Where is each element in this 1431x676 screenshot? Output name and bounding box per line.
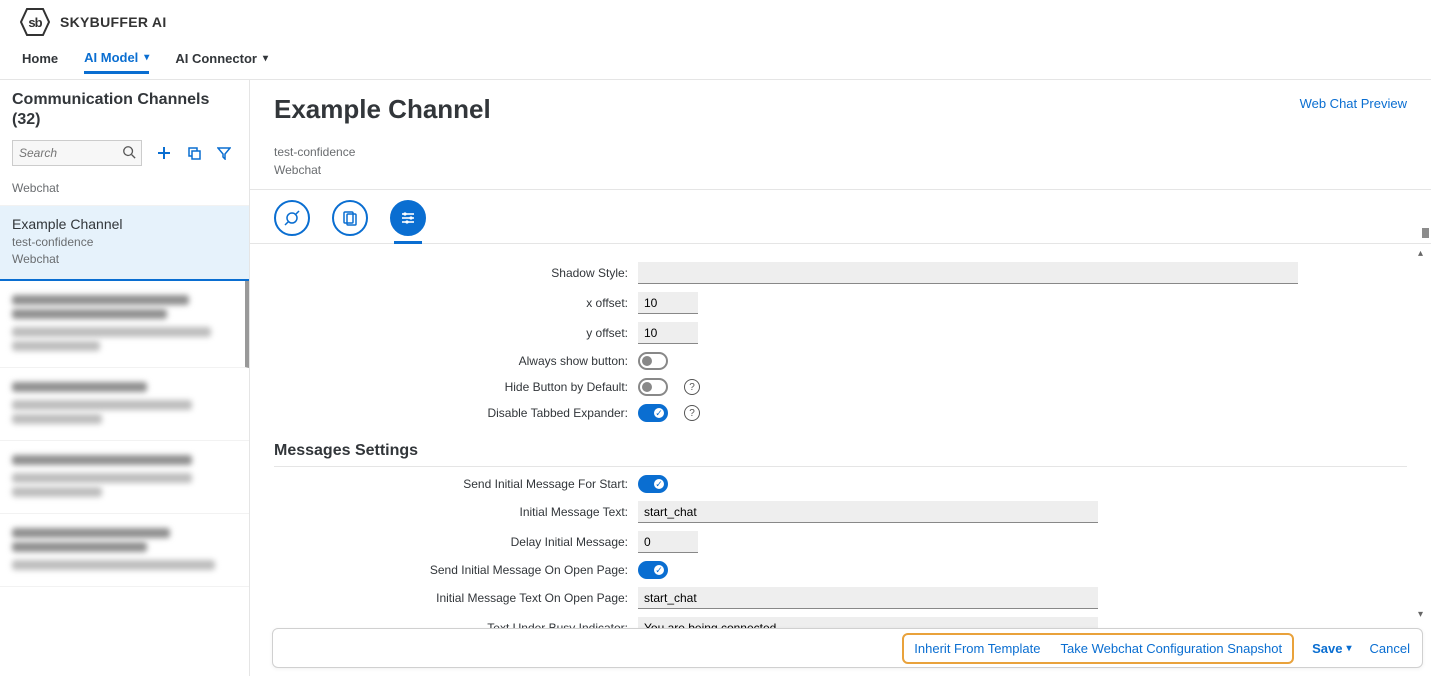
x-offset-input[interactable] xyxy=(638,292,698,314)
sidebar-title: Communication Channels (32) xyxy=(0,80,249,136)
messages-settings-header: Messages Settings xyxy=(274,442,1407,467)
save-button[interactable]: Save ▾ xyxy=(1312,641,1351,656)
send-initial-open-label: Send Initial Message On Open Page: xyxy=(274,563,638,577)
list-item[interactable] xyxy=(0,441,249,514)
web-chat-preview-link[interactable]: Web Chat Preview xyxy=(1300,96,1407,111)
footer-bar: Inherit From Template Take Webchat Confi… xyxy=(272,628,1423,668)
nav-home[interactable]: Home xyxy=(22,51,58,72)
x-offset-label: x offset: xyxy=(274,296,638,310)
send-initial-start-toggle[interactable] xyxy=(638,475,668,493)
page-meta: test-confidence Webchat xyxy=(250,129,1431,190)
list-item[interactable]: Webchat xyxy=(0,174,249,206)
tab-settings-icon[interactable] xyxy=(390,200,426,236)
tab-connection-icon[interactable] xyxy=(274,200,310,236)
hide-button-label: Hide Button by Default: xyxy=(274,380,638,394)
highlighted-actions: Inherit From Template Take Webchat Confi… xyxy=(902,633,1294,664)
chevron-down-icon: ▾ xyxy=(144,52,149,63)
list-item[interactable] xyxy=(0,514,249,587)
delay-initial-input[interactable] xyxy=(638,531,698,553)
y-offset-input[interactable] xyxy=(638,322,698,344)
meta-line: test-confidence xyxy=(274,143,1431,161)
list-item-selected[interactable]: Example Channel test-confidence Webchat xyxy=(0,206,249,282)
search-wrap xyxy=(12,140,142,166)
help-icon[interactable]: ? xyxy=(684,405,700,421)
save-label: Save xyxy=(1312,641,1342,656)
search-icon[interactable] xyxy=(122,145,136,162)
list-item-sub: test-confidence xyxy=(12,234,237,251)
nav-ai-connector-label: AI Connector xyxy=(175,51,257,66)
initial-open-text-label: Initial Message Text On Open Page: xyxy=(274,591,638,605)
list-item-sub: Webchat xyxy=(12,251,237,268)
scrollbar-thumb[interactable] xyxy=(1422,228,1429,238)
nav-ai-connector[interactable]: AI Connector ▾ xyxy=(175,51,268,72)
channel-list: Webchat Example Channel test-confidence … xyxy=(0,174,249,676)
disable-tabbed-label: Disable Tabbed Expander: xyxy=(274,406,638,420)
send-initial-start-label: Send Initial Message For Start: xyxy=(274,477,638,491)
copy-icon[interactable] xyxy=(186,145,202,161)
sidebar: Communication Channels (32) Webchat Exam… xyxy=(0,80,250,676)
list-item[interactable] xyxy=(0,281,249,368)
shadow-style-label: Shadow Style: xyxy=(274,266,638,280)
scroll-down-icon[interactable]: ▾ xyxy=(1418,609,1423,620)
scroll-up-icon[interactable]: ▴ xyxy=(1418,248,1423,259)
list-item-title: Example Channel xyxy=(12,216,237,232)
initial-message-text-input[interactable] xyxy=(638,501,1098,523)
list-item[interactable] xyxy=(0,368,249,441)
take-snapshot-button[interactable]: Take Webchat Configuration Snapshot xyxy=(1061,641,1283,656)
brand-logo: sb xyxy=(20,7,50,37)
filter-icon[interactable] xyxy=(216,145,232,161)
nav-ai-model[interactable]: AI Model ▾ xyxy=(84,50,149,74)
chevron-down-icon: ▾ xyxy=(263,53,268,64)
help-icon[interactable]: ? xyxy=(684,379,700,395)
disable-tabbed-toggle[interactable] xyxy=(638,404,668,422)
view-tabs xyxy=(250,190,1431,244)
app-header: sb SKYBUFFER AI xyxy=(0,0,1431,44)
inherit-from-template-button[interactable]: Inherit From Template xyxy=(914,641,1040,656)
top-nav: Home AI Model ▾ AI Connector ▾ xyxy=(0,44,1431,80)
meta-line: Webchat xyxy=(274,161,1431,179)
page-title: Example Channel xyxy=(274,94,491,125)
send-initial-open-toggle[interactable] xyxy=(638,561,668,579)
initial-message-text-label: Initial Message Text: xyxy=(274,505,638,519)
always-show-button-label: Always show button: xyxy=(274,354,638,368)
hide-button-toggle[interactable] xyxy=(638,378,668,396)
always-show-button-toggle[interactable] xyxy=(638,352,668,370)
initial-open-text-input[interactable] xyxy=(638,587,1098,609)
chevron-down-icon: ▾ xyxy=(1347,643,1352,654)
delay-initial-label: Delay Initial Message: xyxy=(274,535,638,549)
page-header: Example Channel Web Chat Preview xyxy=(250,80,1431,129)
tab-template-icon[interactable] xyxy=(332,200,368,236)
y-offset-label: y offset: xyxy=(274,326,638,340)
add-icon[interactable] xyxy=(156,145,172,161)
logo-text: sb xyxy=(28,15,41,30)
form-scroll[interactable]: ▴ Shadow Style: x offset: y offset: Alwa… xyxy=(250,244,1431,676)
cancel-button[interactable]: Cancel xyxy=(1370,641,1410,656)
sidebar-tools xyxy=(0,136,249,174)
list-item-sub: Webchat xyxy=(12,180,237,197)
brand-name: SKYBUFFER AI xyxy=(60,14,167,30)
nav-ai-model-label: AI Model xyxy=(84,50,138,65)
shadow-style-input[interactable] xyxy=(638,262,1298,284)
main: Example Channel Web Chat Preview test-co… xyxy=(250,80,1431,676)
